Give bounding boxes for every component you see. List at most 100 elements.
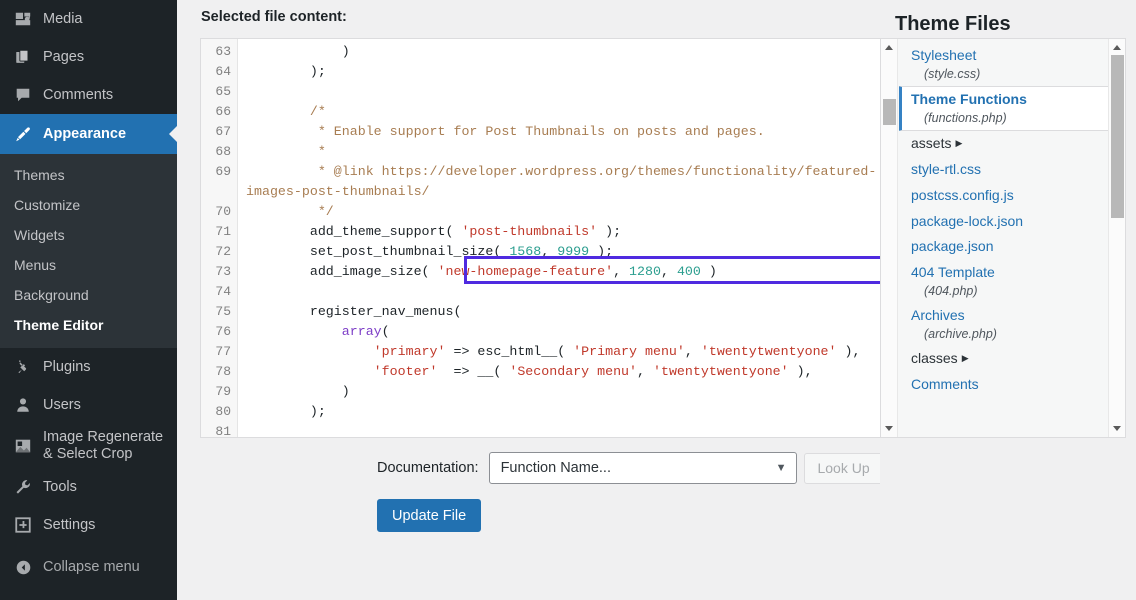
line-number: 79 (201, 382, 237, 402)
theme-file-item[interactable]: package.json (899, 234, 1109, 260)
theme-file-filename: (404.php) (911, 283, 1109, 299)
line-number: 66 (201, 102, 237, 122)
documentation-select[interactable]: Function Name... ▼ (489, 452, 797, 484)
theme-file-name: style-rtl.css (911, 161, 981, 177)
theme-file-item[interactable]: Comments (899, 372, 1109, 398)
theme-file-filename: (style.css) (911, 66, 1109, 82)
documentation-select-value: Function Name... (501, 460, 611, 476)
line-number: 76 (201, 322, 237, 342)
code-line: * @link https://developer.wordpress.org/… (246, 162, 881, 202)
theme-file-filename: (functions.php) (911, 110, 1108, 126)
pages-icon (12, 47, 34, 67)
code-line: */ (246, 202, 881, 222)
sidebar-subitem-label: Background (14, 287, 89, 303)
sidebar-item-pages[interactable]: Pages (0, 38, 177, 76)
sidebar-item-label: Media (43, 11, 83, 28)
theme-file-filename: (archive.php) (911, 326, 1109, 342)
sidebar-item-comments[interactable]: Comments (0, 76, 177, 114)
theme-file-item[interactable]: Theme Functions (functions.php) (899, 86, 1109, 131)
code-line: register_nav_menus( (246, 302, 881, 322)
comments-icon (12, 85, 34, 105)
plugins-icon (12, 357, 34, 377)
appearance-icon (12, 124, 34, 144)
look-up-button[interactable]: Look Up (804, 453, 884, 484)
code-line: 'footer' => __( 'Secondary menu', 'twent… (246, 362, 881, 382)
sidebar-item-label: Tools (43, 479, 77, 496)
sidebar-subitem-label: Menus (14, 257, 56, 273)
sidebar-item-plugins[interactable]: Plugins (0, 348, 177, 386)
theme-file-name: Theme Functions (911, 91, 1027, 107)
sidebar-item-label: Image Regenerate& Select Crop (43, 429, 163, 463)
code-line: ) (246, 382, 881, 402)
files-outer-scroll-down-icon[interactable] (881, 421, 896, 436)
line-number: 68 (201, 142, 237, 162)
sidebar-item-appearance[interactable]: Appearance (0, 114, 177, 154)
code-editor[interactable]: 63646566676869707172737475767778798081 )… (200, 38, 882, 438)
code-line: /* (246, 102, 881, 122)
line-number: 81 (201, 422, 237, 438)
sidebar-item-theme-editor[interactable]: Theme Editor (0, 310, 177, 340)
sidebar-item-widgets[interactable]: Widgets (0, 220, 177, 250)
theme-files-list: Stylesheet(style.css) Theme Functions (fun… (899, 39, 1109, 437)
collapse-menu-label: Collapse menu (43, 559, 140, 576)
theme-files-box: Stylesheet(style.css) Theme Functions (fun… (880, 38, 1126, 438)
media-icon (12, 9, 34, 29)
sidebar-item-menus[interactable]: Menus (0, 250, 177, 280)
documentation-row: Documentation: Function Name... ▼ Look U… (377, 452, 884, 484)
theme-file-name: package.json (911, 238, 994, 254)
files-outer-scroll-up-icon[interactable] (881, 40, 896, 55)
theme-files-scrollbar[interactable] (1108, 39, 1125, 437)
theme-file-name: Archives (911, 307, 965, 323)
tools-icon (12, 477, 34, 497)
sidebar-item-users[interactable]: Users (0, 386, 177, 424)
line-number: 70 (201, 202, 237, 222)
sidebar-item-tools[interactable]: Tools (0, 468, 177, 506)
sidebar-subitem-label: Customize (14, 197, 80, 213)
sidebar-item-background[interactable]: Background (0, 280, 177, 310)
theme-file-item[interactable]: assets▶ (899, 131, 1109, 157)
sidebar-item-customize[interactable]: Customize (0, 190, 177, 220)
code-line: add_theme_support( 'post-thumbnails' ); (246, 222, 881, 242)
sidebar-item-settings[interactable]: Settings (0, 506, 177, 544)
collapse-icon (12, 557, 34, 577)
sidebar-item-label: Appearance (43, 126, 126, 143)
settings-icon (12, 515, 34, 535)
admin-sidebar: Media Pages Comments Appearance Themes C… (0, 0, 177, 600)
collapse-menu-button[interactable]: Collapse menu (0, 548, 177, 586)
selected-file-content-label: Selected file content: (201, 9, 347, 25)
line-number: 63 (201, 42, 237, 62)
line-number: 77 (201, 342, 237, 362)
sidebar-subitem-label: Themes (14, 167, 65, 183)
line-number: 80 (201, 402, 237, 422)
code-line (246, 282, 881, 302)
theme-file-item[interactable]: Stylesheet(style.css) (899, 43, 1109, 86)
sidebar-item-label: Plugins (43, 359, 91, 376)
files-scrollbar-thumb[interactable] (1111, 55, 1124, 218)
files-outer-scrollbar-thumb[interactable] (883, 99, 896, 125)
files-scroll-up-icon[interactable] (1109, 40, 1124, 55)
code-content[interactable]: ) ); /* * Enable support for Post Thumbn… (238, 39, 881, 437)
theme-file-name: package-lock.json (911, 213, 1023, 229)
sidebar-subitem-label: Widgets (14, 227, 65, 243)
sidebar-item-media[interactable]: Media (0, 0, 177, 38)
files-scroll-down-icon[interactable] (1109, 421, 1124, 436)
line-number: 69 (201, 162, 237, 202)
code-line: ) (246, 42, 881, 62)
theme-file-item[interactable]: style-rtl.css (899, 157, 1109, 183)
sidebar-item-image-regenerate-select-crop[interactable]: Image Regenerate& Select Crop (0, 424, 177, 468)
sidebar-item-label: Pages (43, 49, 84, 66)
theme-file-name: 404 Template (911, 264, 995, 280)
theme-file-item[interactable]: postcss.config.js (899, 183, 1109, 209)
sidebar-item-themes[interactable]: Themes (0, 160, 177, 190)
theme-files-outer-scrollbar[interactable] (881, 39, 898, 437)
theme-file-item[interactable]: Archives (archive.php) (899, 303, 1109, 346)
line-number: 75 (201, 302, 237, 322)
code-line: array( (246, 322, 881, 342)
code-line: add_image_size( 'new-homepage-feature', … (246, 262, 881, 282)
theme-file-item[interactable]: 404 Template (404.php) (899, 260, 1109, 303)
line-number: 74 (201, 282, 237, 302)
line-number-gutter: 63646566676869707172737475767778798081 (201, 39, 238, 437)
theme-file-item[interactable]: classes▶ (899, 346, 1109, 372)
update-file-button[interactable]: Update File (377, 499, 481, 532)
theme-file-item[interactable]: package-lock.json (899, 209, 1109, 235)
